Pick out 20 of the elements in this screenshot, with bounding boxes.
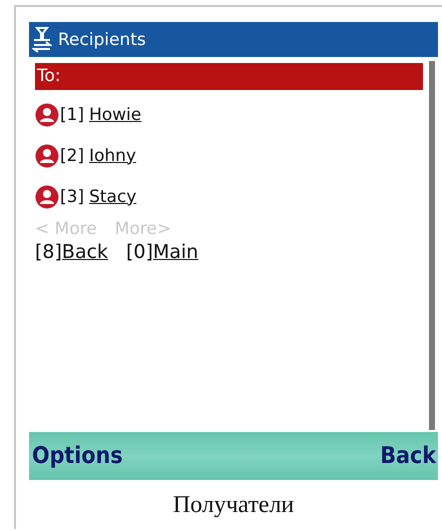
contact-link[interactable]: Iohny bbox=[89, 146, 136, 166]
contact-link[interactable]: Stacy bbox=[89, 186, 136, 206]
key-number: [0] bbox=[126, 241, 153, 263]
item-number: [2] bbox=[60, 146, 84, 166]
contact-icon bbox=[35, 184, 59, 208]
back-softkey[interactable]: Back bbox=[380, 443, 436, 469]
to-header: To: bbox=[35, 63, 423, 90]
caption: Получатели bbox=[172, 492, 296, 519]
contact-icon bbox=[35, 102, 59, 126]
nav-link[interactable]: Main bbox=[152, 241, 198, 263]
window-title: Recipients bbox=[58, 30, 146, 50]
key-number: [8] bbox=[35, 241, 62, 263]
contact-link[interactable]: Howie bbox=[89, 104, 142, 124]
item-number: [1] bbox=[60, 104, 84, 124]
scrollbar[interactable] bbox=[429, 61, 435, 430]
contact-icon bbox=[35, 144, 59, 168]
nav-link[interactable]: Back bbox=[62, 241, 108, 263]
options-softkey[interactable]: Options bbox=[32, 443, 123, 469]
item-number: [3] bbox=[60, 186, 84, 206]
recipients-icon bbox=[32, 26, 52, 52]
